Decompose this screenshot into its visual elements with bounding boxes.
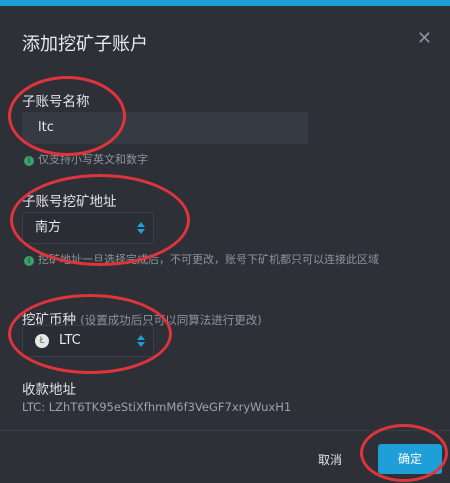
close-icon[interactable]: ✕ [417, 28, 432, 49]
subaccount-name-input[interactable]: ltc [22, 112, 308, 144]
footer-divider [0, 430, 450, 431]
subaccount-name-label: 子账号名称 [22, 94, 90, 110]
mining-coin-select[interactable]: Ł LTC [22, 325, 154, 357]
select-arrows-icon [137, 335, 145, 347]
info-icon: i [24, 256, 34, 266]
select-arrows-icon [137, 222, 145, 234]
litecoin-icon: Ł [35, 334, 49, 348]
cancel-button[interactable]: 取消 [318, 451, 342, 468]
info-icon: i [24, 156, 34, 166]
mining-coin-value: LTC [59, 333, 81, 348]
subaccount-name-hint: i 仅支持小写英文和数字 [24, 151, 148, 167]
receive-address-value: LTC: LZhT6TK95eStiXfhmM6f3VeGF7xryWuxH1 [22, 400, 292, 414]
mining-address-value: 南方 [35, 220, 62, 235]
receive-address-label: 收款地址 [22, 382, 76, 398]
mining-address-select[interactable]: 南方 [22, 212, 154, 244]
mining-address-label: 子账号挖矿地址 [22, 194, 117, 210]
dialog-title: 添加挖矿子账户 [22, 34, 148, 55]
confirm-button[interactable]: 确定 [378, 444, 442, 474]
mining-address-hint: i 挖矿地址一旦选择完成后，不可更改，账号下矿机都只可以连接此区域 [24, 251, 379, 267]
